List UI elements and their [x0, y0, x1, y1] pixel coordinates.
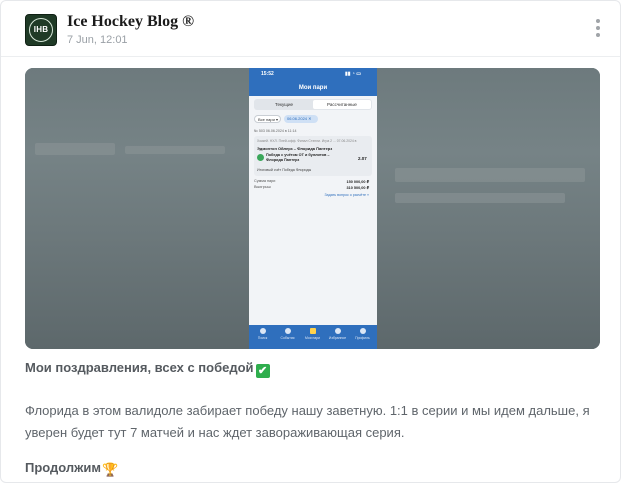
post-card: IHB Ice Hockey Blog ® 7 Jun, 12:01 15:52… — [0, 0, 621, 483]
ask-question-link: Задать вопрос о расчёте » — [324, 193, 369, 197]
post-timestamp: 7 Jun, 12:01 — [67, 34, 128, 46]
tab-current: Текущие — [275, 102, 293, 107]
post-media-video[interactable]: 15:52 ▮▮ ◔ ▭ Мои пари Текущие Рассчитанн… — [25, 68, 600, 349]
filter-chip-all: Все пари ▾ — [254, 115, 281, 123]
bet-match: Эдмонтон Ойлерз – Флорида Пантерз — [257, 146, 333, 151]
caption-ending-text: Продолжим — [25, 460, 102, 475]
star-icon — [334, 328, 341, 334]
avatar-logo-text: IHB — [33, 25, 49, 34]
tabbar-item-search: Поиск — [250, 328, 275, 340]
blur-shape — [35, 143, 115, 155]
caption-title: Мои поздравления, всех с победой ✔ — [25, 360, 270, 378]
ticket-icon — [309, 328, 316, 334]
events-icon — [284, 328, 291, 334]
win-check-icon — [257, 154, 264, 161]
profile-icon — [359, 328, 366, 334]
phone-screenshot: 15:52 ▮▮ ◔ ▭ Мои пари Текущие Рассчитанн… — [249, 68, 377, 349]
summary-value: 150 000,00 ₽ — [346, 180, 369, 184]
filter-chip-label: Все пари — [258, 117, 275, 122]
bet-pick: Победа с учётом ОТ и буллитов – Флорида … — [266, 153, 330, 162]
phone-statusbar: 15:52 ▮▮ ◔ ▭ — [249, 68, 377, 80]
filter-chip-label: 06.06.2024 — [287, 116, 308, 121]
channel-avatar[interactable]: IHB — [25, 14, 57, 46]
channel-name[interactable]: Ice Hockey Blog ® — [67, 13, 194, 31]
bet-league: Хоккей. НХЛ. Плей-офф. Финал Стэнли. Игр… — [257, 139, 357, 143]
screen-title: Мои пари — [249, 80, 377, 96]
more-dot — [596, 19, 600, 23]
search-icon — [259, 328, 266, 334]
tab-settled: Рассчитанные — [313, 100, 371, 109]
segmented-tabs: Текущие Рассчитанные — [254, 99, 372, 110]
blur-shape — [395, 193, 565, 203]
tabbar-item-profile: Профиль — [350, 328, 375, 340]
caption-title-text: Мои поздравления, всех с победой — [25, 360, 254, 375]
bet-odds: 2.07 — [358, 156, 367, 161]
phone-tabbar: Поиск События Мои пари Избранное Профиль — [249, 325, 377, 349]
tabbar-label: Мои пари — [304, 336, 321, 340]
caption-body: Флорида в этом валидоле забирает победу … — [25, 403, 590, 440]
caption-ending: Продолжим🏆 — [25, 460, 118, 478]
tabbar-item-my-bets: Мои пари — [300, 328, 325, 340]
bet-summary: Сумма пари 150 000,00 ₽ Выигрыш 310 500,… — [254, 179, 372, 191]
signal-icons: ▮▮ ◔ ▭ — [345, 71, 362, 77]
summary-label: Выигрыш — [254, 185, 271, 189]
blur-shape — [125, 146, 225, 154]
tabbar-label: Избранное — [328, 336, 347, 340]
header-divider — [1, 56, 620, 57]
trophy-icon: 🏆 — [102, 462, 119, 477]
status-time: 15:52 — [261, 71, 274, 77]
tabbar-item-events: События — [275, 328, 300, 340]
bet-result: Итоговый счёт Победа Флориды — [257, 168, 312, 172]
more-options-icon[interactable] — [591, 17, 605, 39]
bet-number: № 503 06.06.2024 в 11:14 — [254, 129, 297, 133]
filter-chip-date: 06.06.2024 ✕ — [284, 115, 318, 123]
more-dot — [596, 33, 600, 37]
tabbar-item-favorites: Избранное — [325, 328, 350, 340]
tabbar-label: Поиск — [257, 336, 268, 340]
summary-row: Выигрыш 310 500,00 ₽ — [254, 185, 372, 191]
check-mark-icon: ✔ — [255, 364, 270, 378]
summary-label: Сумма пари — [254, 179, 276, 183]
more-dot — [596, 26, 600, 30]
blur-shape — [395, 168, 585, 182]
bet-card: Хоккей. НХЛ. Плей-офф. Финал Стэнли. Игр… — [254, 136, 372, 176]
summary-value: 310 500,00 ₽ — [346, 186, 369, 190]
tabbar-label: События — [280, 336, 295, 340]
tabbar-label: Профиль — [355, 336, 370, 340]
